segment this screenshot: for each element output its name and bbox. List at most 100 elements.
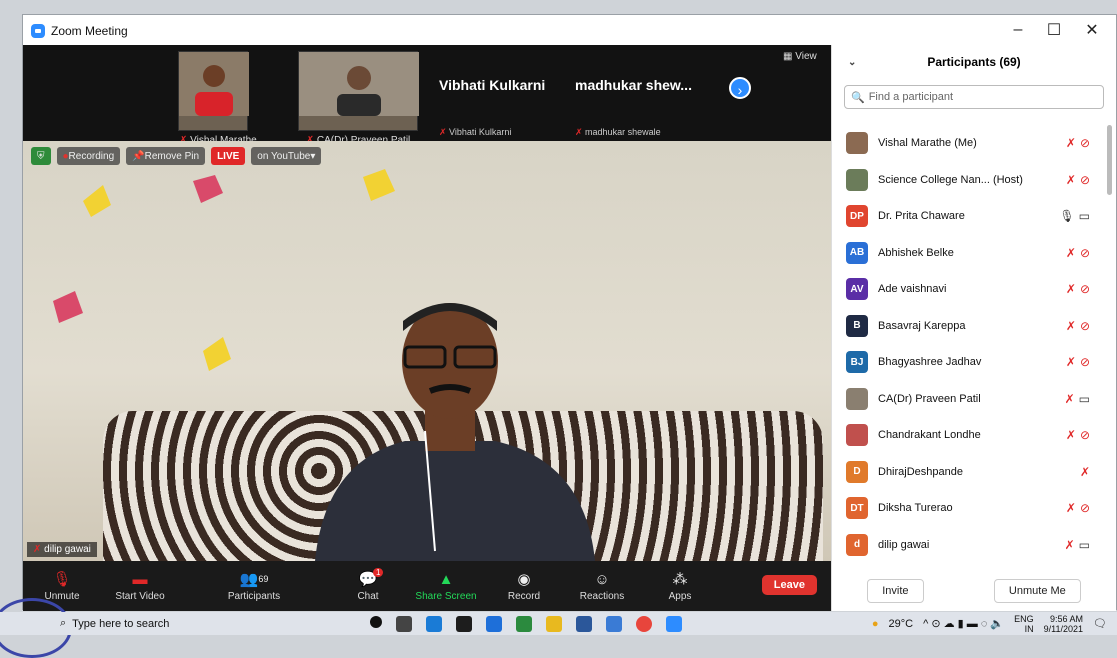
reactions-button[interactable]: ☺ Reactions	[563, 570, 641, 603]
thumb-video[interactable]: ✗ CA(Dr) Praveen Patil	[298, 51, 419, 146]
invite-button[interactable]: Invite	[867, 579, 924, 603]
minimize-button[interactable]: –	[999, 15, 1037, 45]
video-off-icon: ⊘	[1079, 355, 1090, 370]
participant-status-icons: ✗ ⊘	[1066, 319, 1090, 333]
chrome-icon[interactable]	[636, 615, 652, 632]
participant-status-icons: 🎙 ▭	[1059, 209, 1090, 223]
participant-name: Basavraj Kareppa	[878, 319, 966, 332]
notification-icon[interactable]: 🗨	[1093, 617, 1107, 630]
avatar: BJ	[846, 351, 868, 374]
title-bar: Zoom Meeting	[23, 15, 1116, 47]
chat-badge: 1	[373, 568, 384, 577]
participant-name: dilip gawai	[878, 538, 930, 551]
avatar: DT	[846, 497, 868, 520]
pin-icon: 📌	[132, 150, 145, 162]
participant-name: Vishal Marathe (Me)	[878, 137, 977, 150]
participant-tile-name[interactable]: madhukar shew...	[575, 77, 692, 93]
participant-name: DhirajDeshpande	[878, 465, 963, 478]
participant-status-icons: ✗ ⊘	[1066, 501, 1090, 515]
participant-list: Vishal Marathe (Me) ✗ ⊘ Science College Nan…	[832, 125, 1116, 563]
window-title: Zoom Meeting	[51, 24, 128, 38]
tray-icons[interactable]: ^ ⊙ ☁ ▮ ▬ ◌ 🔈	[923, 617, 1004, 630]
zoom-taskbar-icon[interactable]	[666, 615, 682, 632]
participant-row[interactable]: AV Ade vaishnavi ✗ ⊘	[832, 271, 1116, 308]
participant-name: Diksha Turerao	[878, 502, 953, 515]
participant-name: Chandrakant Londhe	[878, 429, 981, 442]
next-page-button[interactable]: ›	[729, 77, 751, 99]
close-button[interactable]: ✕	[1073, 15, 1111, 45]
taskbar-search[interactable]: ⌕ Type here to search	[60, 617, 320, 630]
apps-button[interactable]: ⁂ Apps	[641, 570, 719, 602]
participant-row[interactable]: B Basavraj Kareppa ✗ ⊘	[832, 308, 1116, 345]
photos-icon[interactable]	[606, 615, 622, 632]
mic-muted-icon: ✗	[1064, 537, 1075, 552]
weather-temp[interactable]: 29°C	[889, 618, 914, 630]
participant-status-icons: ✗	[1080, 465, 1090, 479]
video-toolbar: ⛨ ● Recording 📌 Remove Pin LIVE on YouTu…	[31, 147, 322, 165]
video-off-icon: ⊘	[1079, 172, 1090, 187]
participant-search-input[interactable]: 🔍 Find a participant	[844, 85, 1104, 109]
avatar	[846, 168, 868, 191]
chevron-down-icon[interactable]: ⌄	[848, 57, 856, 68]
remove-pin-button[interactable]: 📌 Remove Pin	[126, 147, 206, 165]
participant-name: Abhishek Belke	[878, 246, 954, 259]
cortana-icon[interactable]	[370, 615, 382, 628]
speaker-nameplate: ✗ dilip gawai	[27, 542, 97, 557]
store-icon[interactable]	[456, 615, 472, 632]
explorer-icon[interactable]	[546, 615, 562, 632]
mic-muted-icon: ✗	[1079, 464, 1090, 479]
panel-title: Participants (69)	[927, 55, 1021, 69]
mic-muted-icon: ✗	[1065, 245, 1076, 260]
participants-icon: 👥 69	[239, 571, 269, 588]
participant-status-icons: ✗ ⊘	[1066, 355, 1090, 369]
start-video-button[interactable]: ▬ Start Video	[101, 570, 179, 603]
maximize-button[interactable]: ☐	[1035, 15, 1073, 45]
chat-button[interactable]: 💬 1 Chat	[329, 568, 407, 602]
participant-row[interactable]: DP Dr. Prita Chaware 🎙 ▭	[832, 198, 1116, 235]
participant-row[interactable]: D DhirajDeshpande ✗	[832, 454, 1116, 491]
participants-panel: ⌄ Participants (69) 🔍 Find a participant…	[831, 45, 1116, 611]
live-on-youtube-dropdown[interactable]: on YouTube ▾	[251, 147, 322, 165]
clock[interactable]: 9:56 AM 9/11/2021	[1044, 614, 1083, 634]
mail-icon[interactable]	[486, 615, 502, 632]
participant-status-icons: ✗ ▭	[1065, 392, 1090, 406]
participant-tile-name[interactable]: Vibhati Kulkarni	[439, 77, 545, 93]
participant-status-icons: ✗ ⊘	[1066, 428, 1090, 442]
avatar: DP	[846, 205, 868, 228]
leave-button[interactable]: Leave	[761, 575, 817, 595]
video-off-icon: ⊘	[1079, 245, 1090, 260]
mic-muted-icon: ✗	[1065, 428, 1076, 443]
participants-button[interactable]: 👥 69 Participants	[179, 570, 329, 602]
recording-indicator[interactable]: ● Recording	[56, 147, 121, 165]
app-icon[interactable]	[516, 615, 532, 632]
video-on-icon: ▭	[1078, 391, 1090, 406]
zoom-logo-icon	[31, 24, 45, 38]
participant-row[interactable]: d dilip gawai ✗ ▭	[832, 527, 1116, 564]
system-tray: ● 29°C ^ ⊙ ☁ ▮ ▬ ◌ 🔈 ENG IN 9:56 AM 9/11/2…	[872, 614, 1107, 634]
taskbar-apps	[370, 615, 682, 632]
unmute-me-button[interactable]: Unmute Me	[993, 579, 1081, 603]
edge-icon[interactable]	[426, 615, 442, 632]
share-screen-button[interactable]: ▲ Share Screen	[407, 570, 485, 603]
record-button[interactable]: ◉ Record	[485, 570, 563, 602]
shield-icon[interactable]: ⛨	[31, 147, 51, 165]
participant-status-icons: ✗ ⊘	[1066, 282, 1090, 296]
task-view-icon[interactable]	[396, 615, 412, 632]
participant-row[interactable]: BJ Bhagyashree Jadhav ✗ ⊘	[832, 344, 1116, 381]
mic-muted-icon: 🎙	[52, 571, 72, 588]
search-icon: ⌕	[60, 617, 67, 629]
panel-footer: Invite Unmute Me	[832, 579, 1116, 603]
video-off-icon: ⊘	[1079, 428, 1090, 443]
participant-row[interactable]: Chandrakant Londhe ✗ ⊘	[832, 417, 1116, 454]
person-thumbnail-icon	[179, 52, 249, 116]
view-button[interactable]: ▦ View	[783, 51, 817, 62]
participant-row[interactable]: CA(Dr) Praveen Patil ✗ ▭	[832, 381, 1116, 418]
language-indicator[interactable]: ENG IN	[1014, 614, 1034, 634]
participant-row[interactable]: Vishal Marathe (Me) ✗ ⊘	[832, 125, 1116, 162]
video-off-icon: ▬	[132, 570, 148, 588]
word-icon[interactable]	[576, 615, 592, 632]
thumb-video[interactable]: ✗ Vishal Marathe	[178, 51, 257, 146]
participant-row[interactable]: AB Abhishek Belke ✗ ⊘	[832, 235, 1116, 272]
participant-row[interactable]: DT Diksha Turerao ✗ ⊘	[832, 490, 1116, 527]
participant-row[interactable]: Science College Nan... (Host) ✗ ⊘	[832, 162, 1116, 199]
